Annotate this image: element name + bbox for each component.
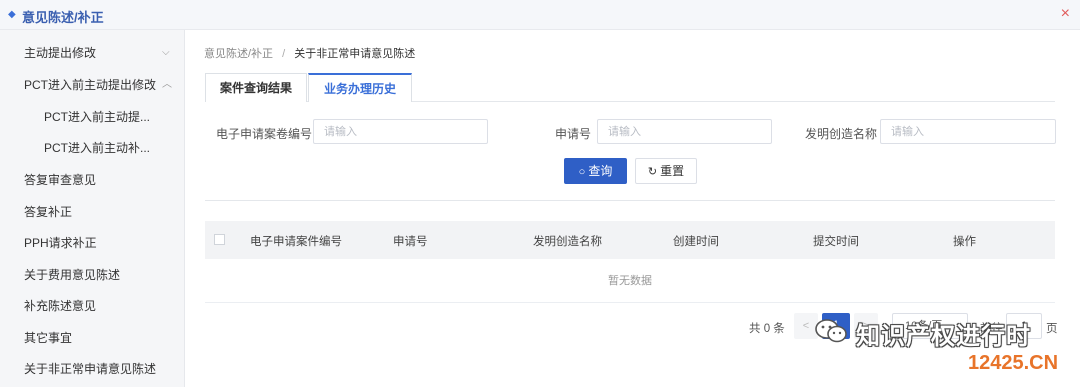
sidebar-item-fee-statement[interactable]: 关于费用意见陈述 xyxy=(0,261,185,289)
column-header-created-time: 创建时间 xyxy=(673,236,719,248)
sidebar-item-label: PCT进入前主动提出修改 xyxy=(24,78,157,92)
column-header-case-number: 电子申请案件编号 xyxy=(250,236,342,248)
sidebar-item-label: PPH请求补正 xyxy=(24,236,97,250)
table-empty-state: 暂无数据 xyxy=(205,259,1055,303)
chevron-up-icon: ︿ xyxy=(162,79,172,90)
watermark-text: 知识产权进行时 xyxy=(856,323,1031,350)
breadcrumb-current: 关于非正常申请意见陈述 xyxy=(294,48,416,60)
sidebar-item-supplementary-statement[interactable]: 补充陈述意见 xyxy=(0,292,185,320)
sidebar-item-label: 关于费用意见陈述 xyxy=(24,268,121,282)
column-header-actions: 操作 xyxy=(953,236,976,248)
sidebar-item-label: PCT进入前主动提... xyxy=(44,110,151,124)
sidebar-item-label: 其它事宜 xyxy=(24,331,73,345)
sidebar-subitem-pct-propose[interactable]: PCT进入前主动提... xyxy=(0,103,185,131)
watermark-site: 12425.CN xyxy=(968,352,1059,374)
breadcrumb-separator: / xyxy=(282,48,286,60)
sidebar-item-label: PCT进入前主动补... xyxy=(44,141,151,155)
wechat-logo-icon xyxy=(815,319,847,343)
sidebar-item-label: 答复审查意见 xyxy=(24,173,97,187)
column-header-invention-name: 发明创造名称 xyxy=(533,236,602,248)
application-number-input[interactable] xyxy=(597,119,772,144)
sidebar-item-label: 补充陈述意见 xyxy=(24,299,97,313)
window-titlebar: ◆ 意见陈述/补正 × xyxy=(0,0,1080,30)
sidebar-subitem-pct-supplement[interactable]: PCT进入前主动补... xyxy=(0,134,185,162)
filter-label-case-number: 电子申请案卷编号 xyxy=(216,127,313,141)
reset-button-label: 重置 xyxy=(660,164,685,178)
sidebar-item-pph-correction[interactable]: PPH请求补正 xyxy=(0,229,185,257)
sidebar-item-label: 关于非正常申请意见陈述 xyxy=(24,362,157,376)
pagination-total: 共 0 条 xyxy=(749,323,785,335)
location-pin-icon: ◆ xyxy=(8,9,16,20)
sidebar-item-label: 主动提出修改 xyxy=(24,46,97,60)
close-icon[interactable]: × xyxy=(1061,5,1070,23)
sidebar-item-abnormal-application[interactable]: 关于非正常申请意见陈述 xyxy=(0,355,185,383)
filter-label-invention-name: 发明创造名称 xyxy=(805,127,878,141)
sidebar: 主动提出修改 ⌵ PCT进入前主动提出修改 ︿ PCT进入前主动提... PCT… xyxy=(0,30,185,387)
select-all-checkbox[interactable] xyxy=(214,234,225,245)
tab-business-history[interactable]: 业务办理历史 xyxy=(308,73,412,102)
sidebar-item-pct-amendment[interactable]: PCT进入前主动提出修改 ︿ xyxy=(0,71,185,99)
query-button-label: 查询 xyxy=(588,164,613,178)
column-header-submitted-time: 提交时间 xyxy=(813,236,859,248)
window-title: 意见陈述/补正 xyxy=(22,10,104,25)
column-header-application-number: 申请号 xyxy=(393,236,428,248)
sidebar-item-reply-correction[interactable]: 答复补正 xyxy=(0,198,185,226)
sidebar-item-label: 答复补正 xyxy=(24,205,73,219)
breadcrumb: 意见陈述/补正 / 关于非正常申请意见陈述 xyxy=(204,45,415,61)
search-icon: ○ xyxy=(578,166,586,178)
invention-name-input[interactable] xyxy=(880,119,1056,144)
table-header: 电子申请案件编号 申请号 发明创造名称 创建时间 提交时间 操作 xyxy=(205,221,1055,259)
refresh-icon: ↻ xyxy=(647,166,658,178)
filter-label-application-number: 申请号 xyxy=(555,127,592,141)
section-divider xyxy=(205,200,1055,201)
case-number-input[interactable] xyxy=(313,119,488,144)
chevron-down-icon: ⌵ xyxy=(162,47,170,58)
sidebar-item-other-matters[interactable]: 其它事宜 xyxy=(0,324,185,352)
query-button[interactable]: ○ 查询 xyxy=(564,158,627,184)
page-suffix-label: 页 xyxy=(1046,323,1058,335)
sidebar-item-reply-examination[interactable]: 答复审查意见 xyxy=(0,166,185,194)
breadcrumb-parent[interactable]: 意见陈述/补正 xyxy=(204,48,273,60)
reset-button[interactable]: ↻ 重置 xyxy=(635,158,697,184)
tab-case-query-results[interactable]: 案件查询结果 xyxy=(205,73,307,102)
sidebar-item-active-amendment[interactable]: 主动提出修改 ⌵ xyxy=(0,39,185,67)
